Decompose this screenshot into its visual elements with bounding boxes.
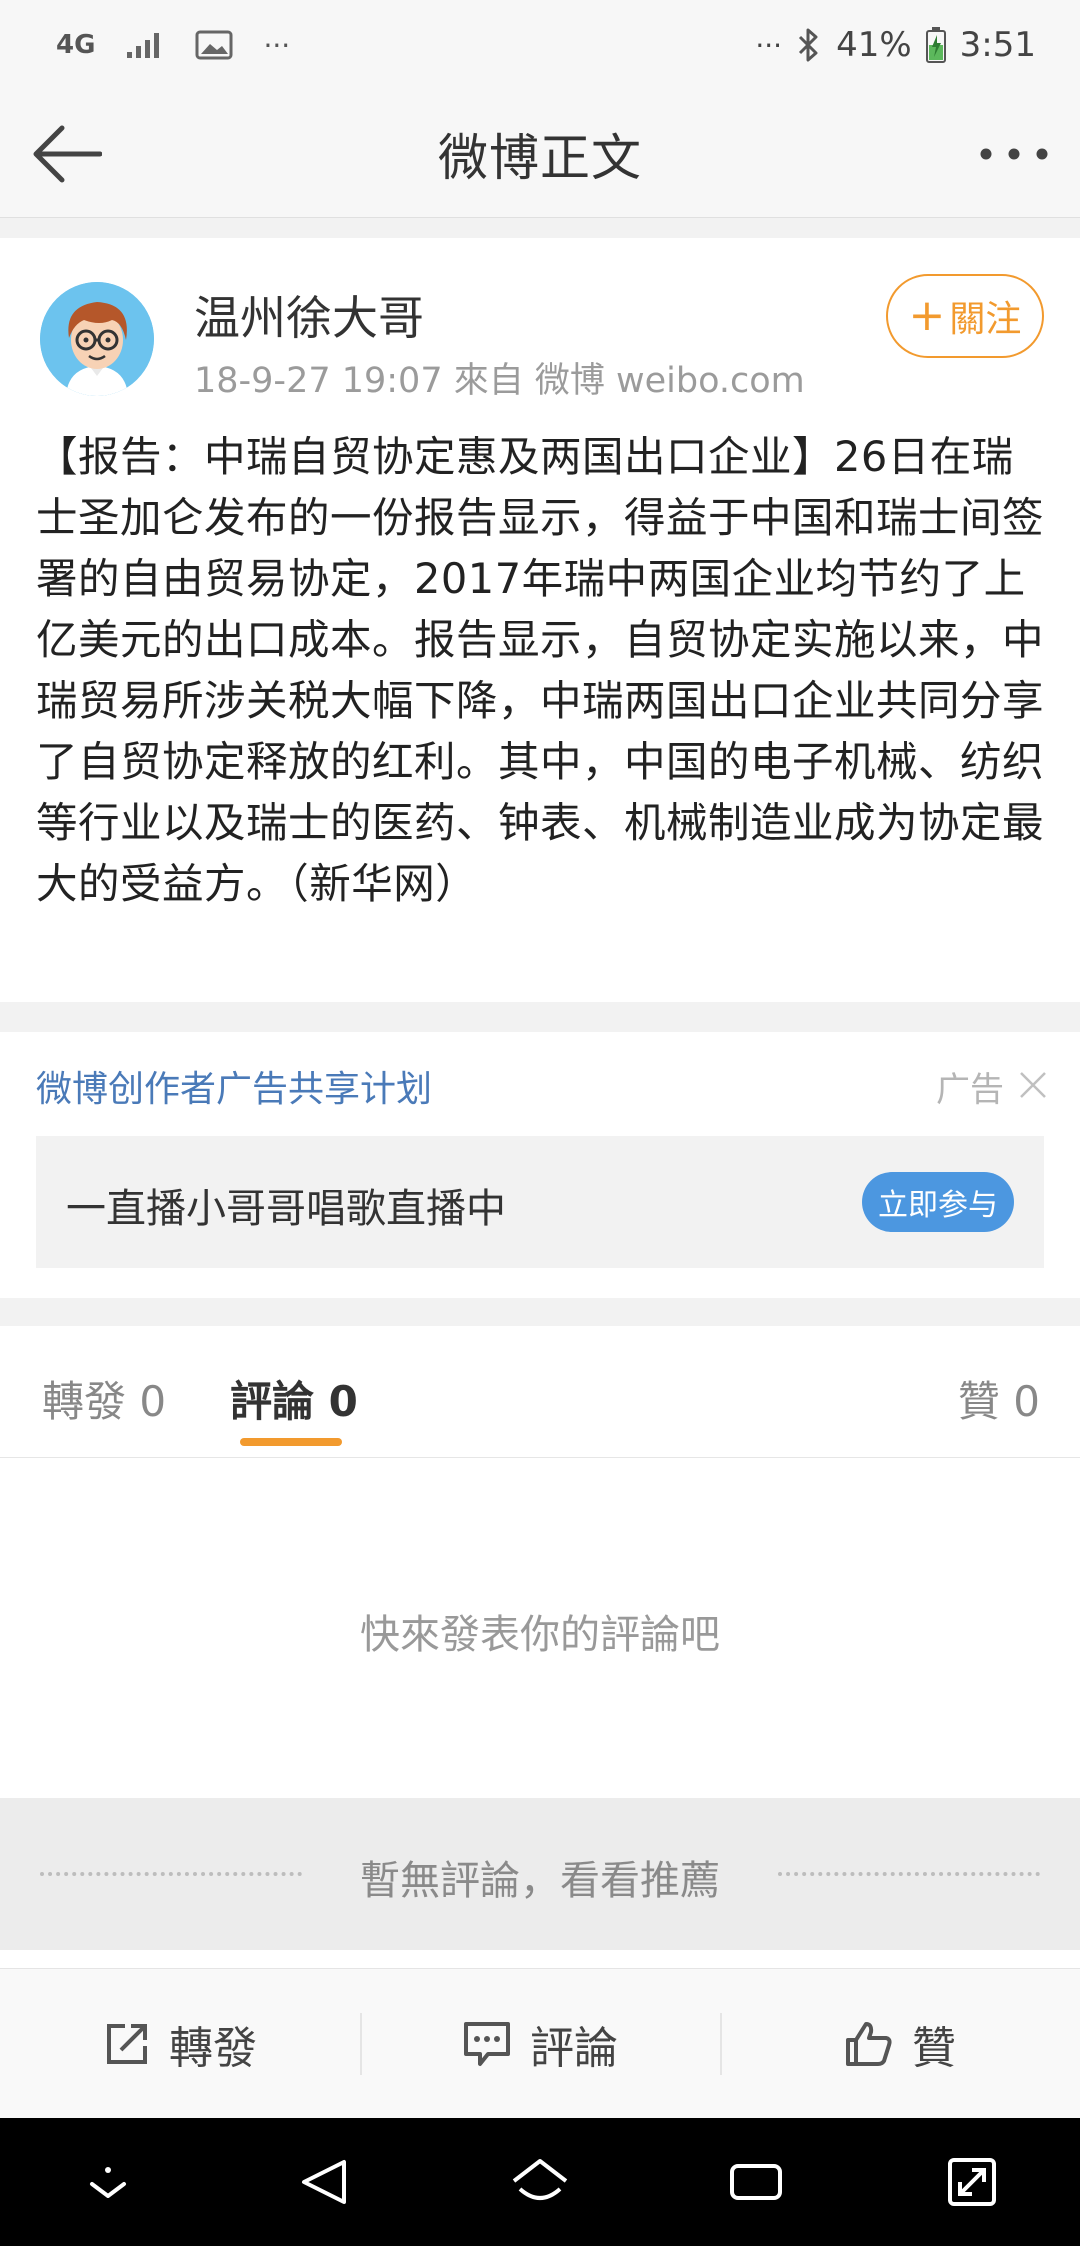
divider-dots-right [778,1872,1040,1876]
share-icon [107,2023,147,2064]
ad-text: 一直播小哥哥唱歌直播中 [66,1186,506,1232]
comment-icon [464,2021,510,2066]
status-bar: 4G ··· ··· 41% 3:51 [0,0,1080,90]
network-type: 4G [56,30,96,60]
status-right-overflow: ··· [755,28,783,62]
chevron-down-icon [90,2167,126,2198]
comments-empty-state: 快來發表你的評論吧 [0,1458,1080,1798]
post-card: 温州徐大哥 18-9-27 19:07 來自 微博 weibo.com + 關注… [0,238,1080,1002]
tab-comment[interactable]: 評論 0 [230,1368,358,1429]
tab-indicator [240,1438,342,1446]
recommend-feed-peek [0,1950,1080,1968]
recommend-divider: 暫無評論，看看推薦 [0,1798,1080,1950]
triangle-back-icon [302,2160,346,2204]
nav-recents-button[interactable] [706,2132,806,2232]
repost-button[interactable]: 轉發 [0,1969,360,2118]
repost-label: 轉發 [169,2022,257,2074]
status-overflow: ··· [263,28,291,62]
nav-home-button[interactable] [490,2132,590,2232]
system-nav-bar [0,2118,1080,2246]
clock: 3:51 [959,25,1036,65]
recommend-text: 暫無評論，看看推薦 [360,1858,720,1904]
ad-card: 微博创作者广告共享计划 广告 一直播小哥哥唱歌直播中 立即参与 [0,1032,1080,1298]
ad-title-link[interactable]: 微博创作者广告共享计划 [36,1060,432,1112]
close-icon[interactable] [1018,1070,1048,1100]
page-title: 微博正文 [438,128,642,187]
bluetooth-icon [796,27,822,63]
like-button[interactable]: 贊 [720,1969,1080,2118]
plus-icon: + [908,290,946,341]
bottom-action-bar: 轉發 評論 贊 [0,1968,1080,2118]
nav-expand-button[interactable] [922,2132,1022,2232]
ad-content[interactable]: 一直播小哥哥唱歌直播中 立即参与 [36,1136,1044,1268]
back-button[interactable] [24,116,108,192]
comment-label: 評論 [530,2022,618,2074]
home-icon [512,2159,568,2200]
avatar[interactable] [40,282,154,396]
hide-keyboard-button[interactable] [58,2132,158,2232]
title-bar: 微博正文 [0,90,1080,218]
recents-icon [730,2164,782,2200]
thumbs-up-icon [846,2021,892,2066]
comment-button[interactable]: 評論 [360,1969,720,2118]
follow-label: 關注 [949,299,1022,340]
nav-back-button[interactable] [274,2132,374,2232]
more-dots-icon [980,148,1048,160]
post-meta: 18-9-27 19:07 來自 微博 weibo.com [194,361,805,401]
expand-icon [948,2158,996,2206]
more-button[interactable] [972,116,1056,192]
signal-icon [125,30,165,60]
tab-like[interactable]: 贊 0 [958,1368,1040,1429]
battery-percent: 41% [836,25,912,65]
back-arrow-icon [33,125,102,183]
post-body: 【报告：中瑞自贸协定惠及两国出口企业】26日在瑞士圣加仑发布的一份报告显示，得益… [36,432,1045,908]
ad-label: 广告 [936,1070,1004,1110]
interaction-tabs: 轉發 0 評論 0 贊 0 [0,1326,1080,1458]
follow-button[interactable]: + 關注 [886,274,1044,358]
join-now-button[interactable]: 立即参与 [862,1172,1014,1232]
author-name[interactable]: 温州徐大哥 [194,282,424,348]
empty-comment-prompt[interactable]: 快來發表你的評論吧 [0,1602,1080,1660]
like-label: 贊 [912,2022,956,2074]
image-icon [195,29,233,61]
battery-icon [925,27,946,63]
tab-repost[interactable]: 轉發 0 [42,1368,166,1429]
